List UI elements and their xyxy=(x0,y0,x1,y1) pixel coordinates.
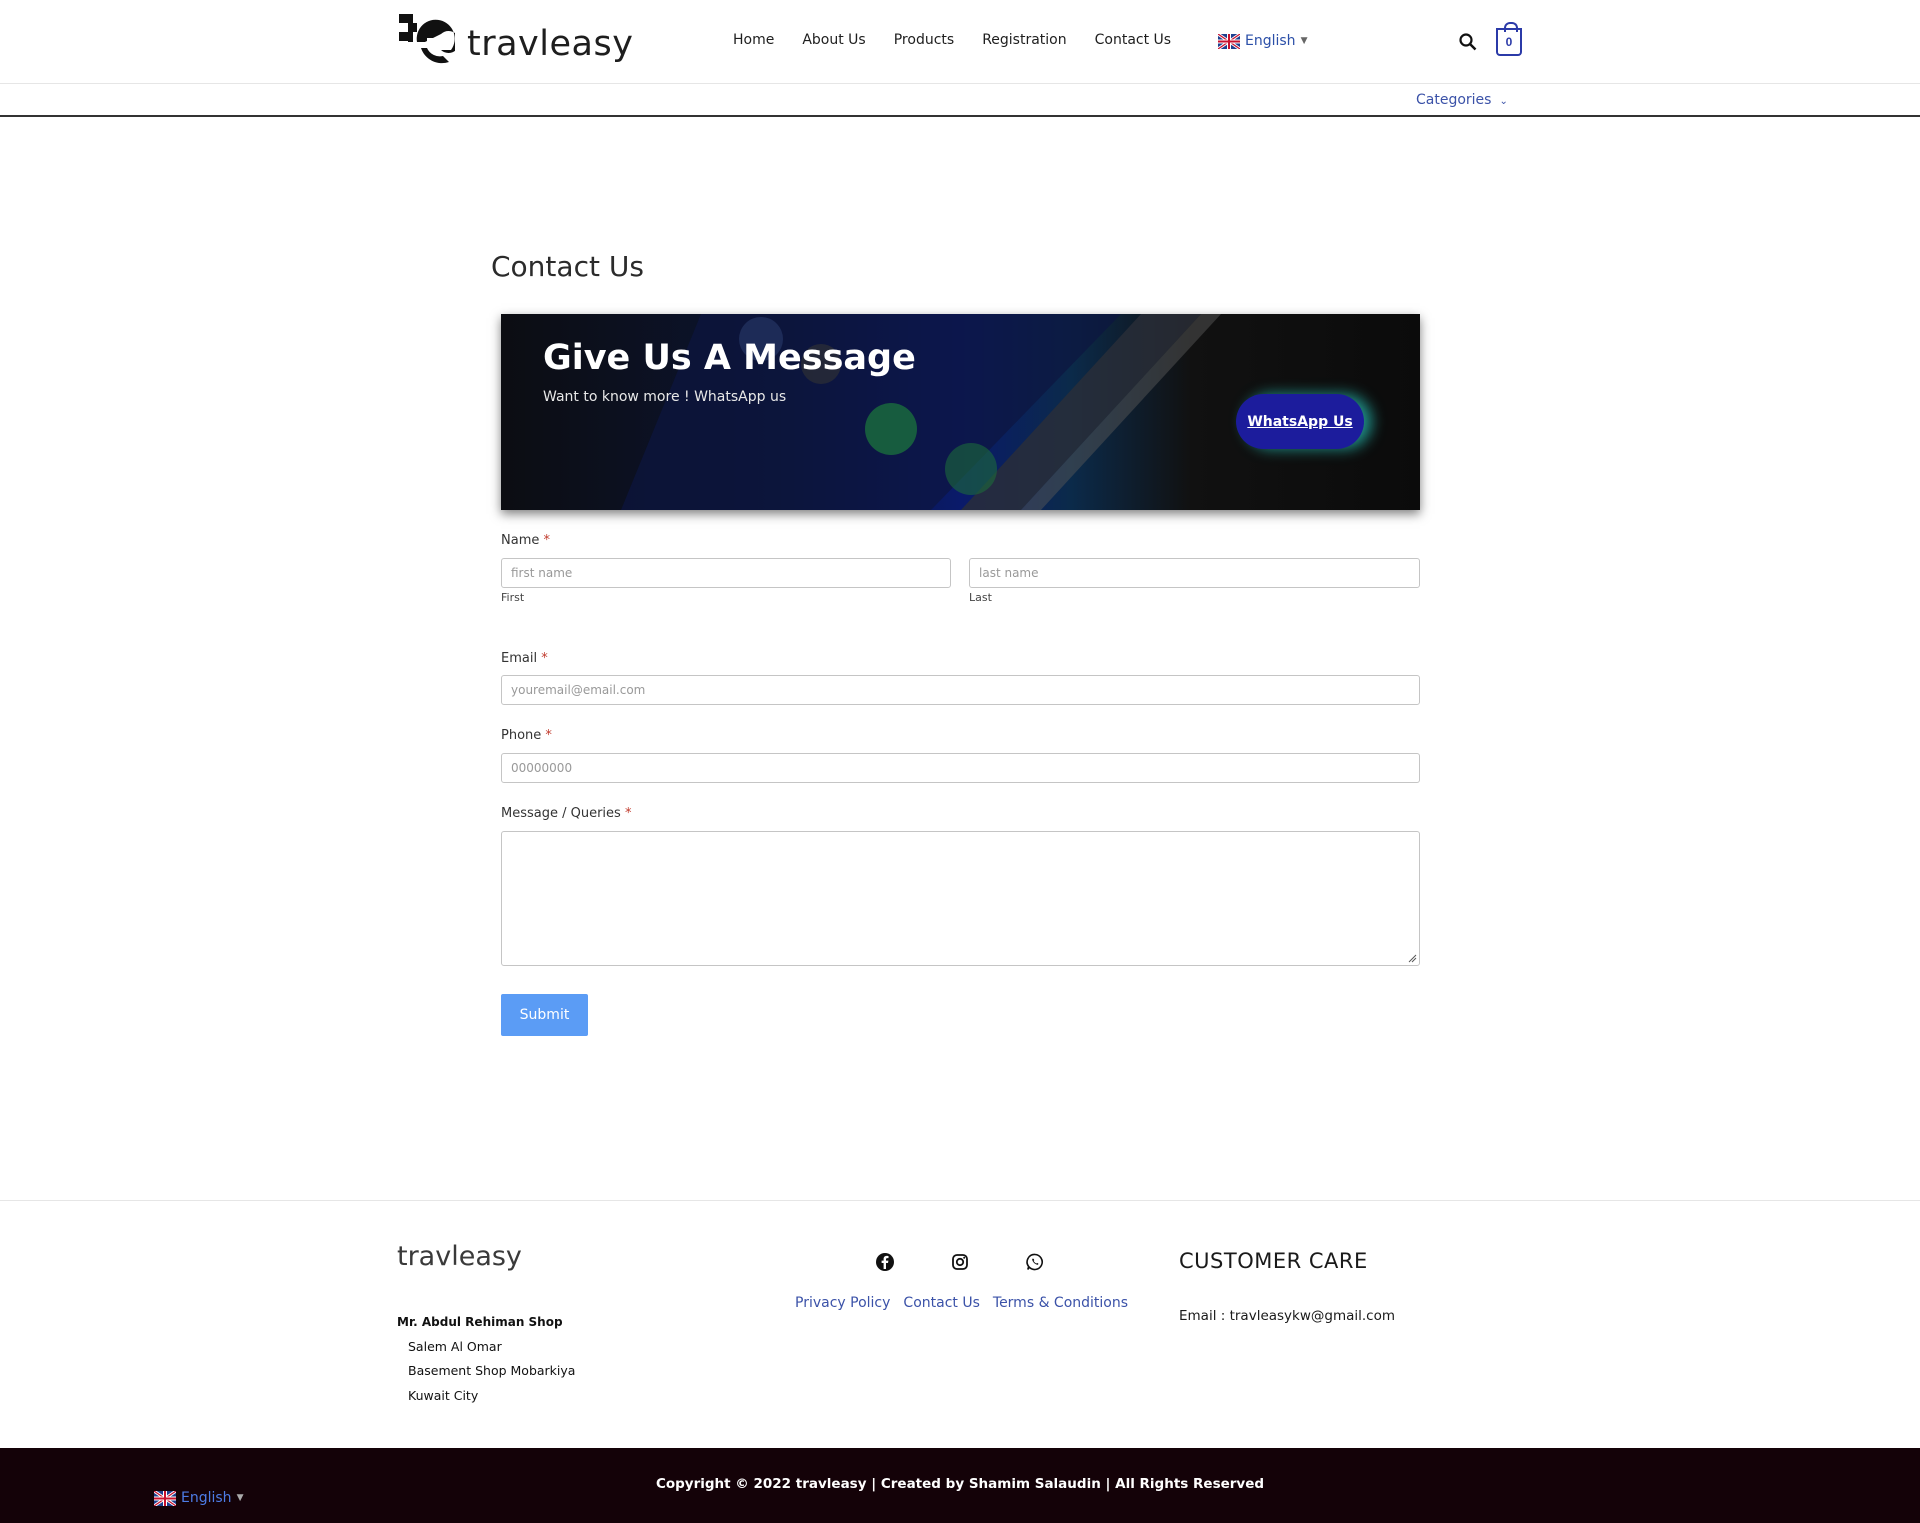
page-title: Contact Us xyxy=(491,250,644,283)
first-name-input[interactable]: first name xyxy=(501,558,951,588)
site-logo[interactable]: travleasy xyxy=(397,12,633,70)
language-label: English xyxy=(1245,33,1296,49)
search-icon[interactable] xyxy=(1458,32,1478,52)
banner-title: Give Us A Message xyxy=(543,338,916,378)
customer-care-title: CUSTOMER CARE xyxy=(1179,1249,1368,1273)
language-switcher[interactable]: English ▼ xyxy=(1218,33,1307,49)
address-line: Kuwait City xyxy=(408,1388,479,1403)
footer-language-label: English xyxy=(181,1490,232,1506)
message-label: Message / Queries * xyxy=(501,806,632,821)
nav-products[interactable]: Products xyxy=(894,32,954,48)
main-nav: Home About Us Products Registration Cont… xyxy=(733,32,1199,48)
footer-contact-us-link[interactable]: Contact Us xyxy=(903,1295,979,1311)
email-input[interactable]: youremail@email.com xyxy=(501,675,1420,705)
nav-registration[interactable]: Registration xyxy=(982,32,1066,48)
banner-subtitle: Want to know more ! WhatsApp us xyxy=(543,389,787,405)
site-header: travleasy Home About Us Products Registr… xyxy=(0,0,1920,84)
email-label: Email * xyxy=(501,651,548,666)
categories-label: Categories xyxy=(1416,92,1492,108)
resize-handle-icon[interactable] xyxy=(1407,953,1417,963)
privacy-policy-link[interactable]: Privacy Policy xyxy=(795,1295,890,1311)
instagram-icon[interactable] xyxy=(950,1252,970,1272)
address-line: Salem Al Omar xyxy=(408,1339,502,1354)
copyright-text: Copyright © 2022 travleasy | Created by … xyxy=(655,1476,1265,1492)
uk-flag-icon xyxy=(1218,33,1240,49)
whatsapp-icon[interactable] xyxy=(1025,1252,1045,1272)
facebook-icon[interactable] xyxy=(875,1252,895,1272)
first-sublabel: First xyxy=(501,591,525,604)
address-line: Basement Shop Mobarkiya xyxy=(408,1363,576,1378)
nav-about-us[interactable]: About Us xyxy=(802,32,865,48)
caret-down-icon: ▼ xyxy=(1300,36,1308,46)
logo-text: travleasy xyxy=(467,24,634,64)
address-name: Mr. Abdul Rehiman Shop xyxy=(397,1315,563,1329)
logo-mark-icon xyxy=(399,14,455,64)
nav-contact-us[interactable]: Contact Us xyxy=(1095,32,1171,48)
phone-input[interactable]: 00000000 xyxy=(501,753,1420,783)
footer-links: Privacy Policy Contact Us Terms & Condit… xyxy=(795,1295,1128,1311)
terms-conditions-link[interactable]: Terms & Conditions xyxy=(993,1295,1128,1311)
caret-down-icon: ▼ xyxy=(236,1493,244,1503)
cart-button[interactable]: 0 xyxy=(1496,22,1522,56)
footer-language-switcher[interactable]: English ▼ xyxy=(154,1490,243,1506)
footer-logo[interactable]: travleasy xyxy=(397,1241,522,1272)
nav-home[interactable]: Home xyxy=(733,32,774,48)
chevron-down-icon: ⌄ xyxy=(1499,96,1508,107)
uk-flag-icon xyxy=(154,1490,176,1506)
phone-label: Phone * xyxy=(501,728,552,743)
submit-button[interactable]: Submit xyxy=(501,994,588,1036)
category-bar: Categories ⌄ xyxy=(0,84,1920,117)
cart-count: 0 xyxy=(1505,35,1513,49)
last-sublabel: Last xyxy=(969,591,992,604)
message-textarea[interactable] xyxy=(501,831,1420,966)
last-name-input[interactable]: last name xyxy=(969,558,1420,588)
customer-care-email: Email : travleasykw@gmail.com xyxy=(1179,1308,1396,1324)
copyright-bar: English ▼ Copyright © 2022 travleasy | C… xyxy=(0,1448,1920,1523)
site-footer: travleasy Mr. Abdul Rehiman Shop Salem A… xyxy=(0,1200,1920,1448)
whatsapp-us-button[interactable]: WhatsApp Us xyxy=(1236,394,1364,449)
name-label: Name * xyxy=(501,533,550,548)
whatsapp-banner: Give Us A Message Want to know more ! Wh… xyxy=(501,314,1420,510)
categories-dropdown[interactable]: Categories ⌄ xyxy=(1416,92,1508,108)
